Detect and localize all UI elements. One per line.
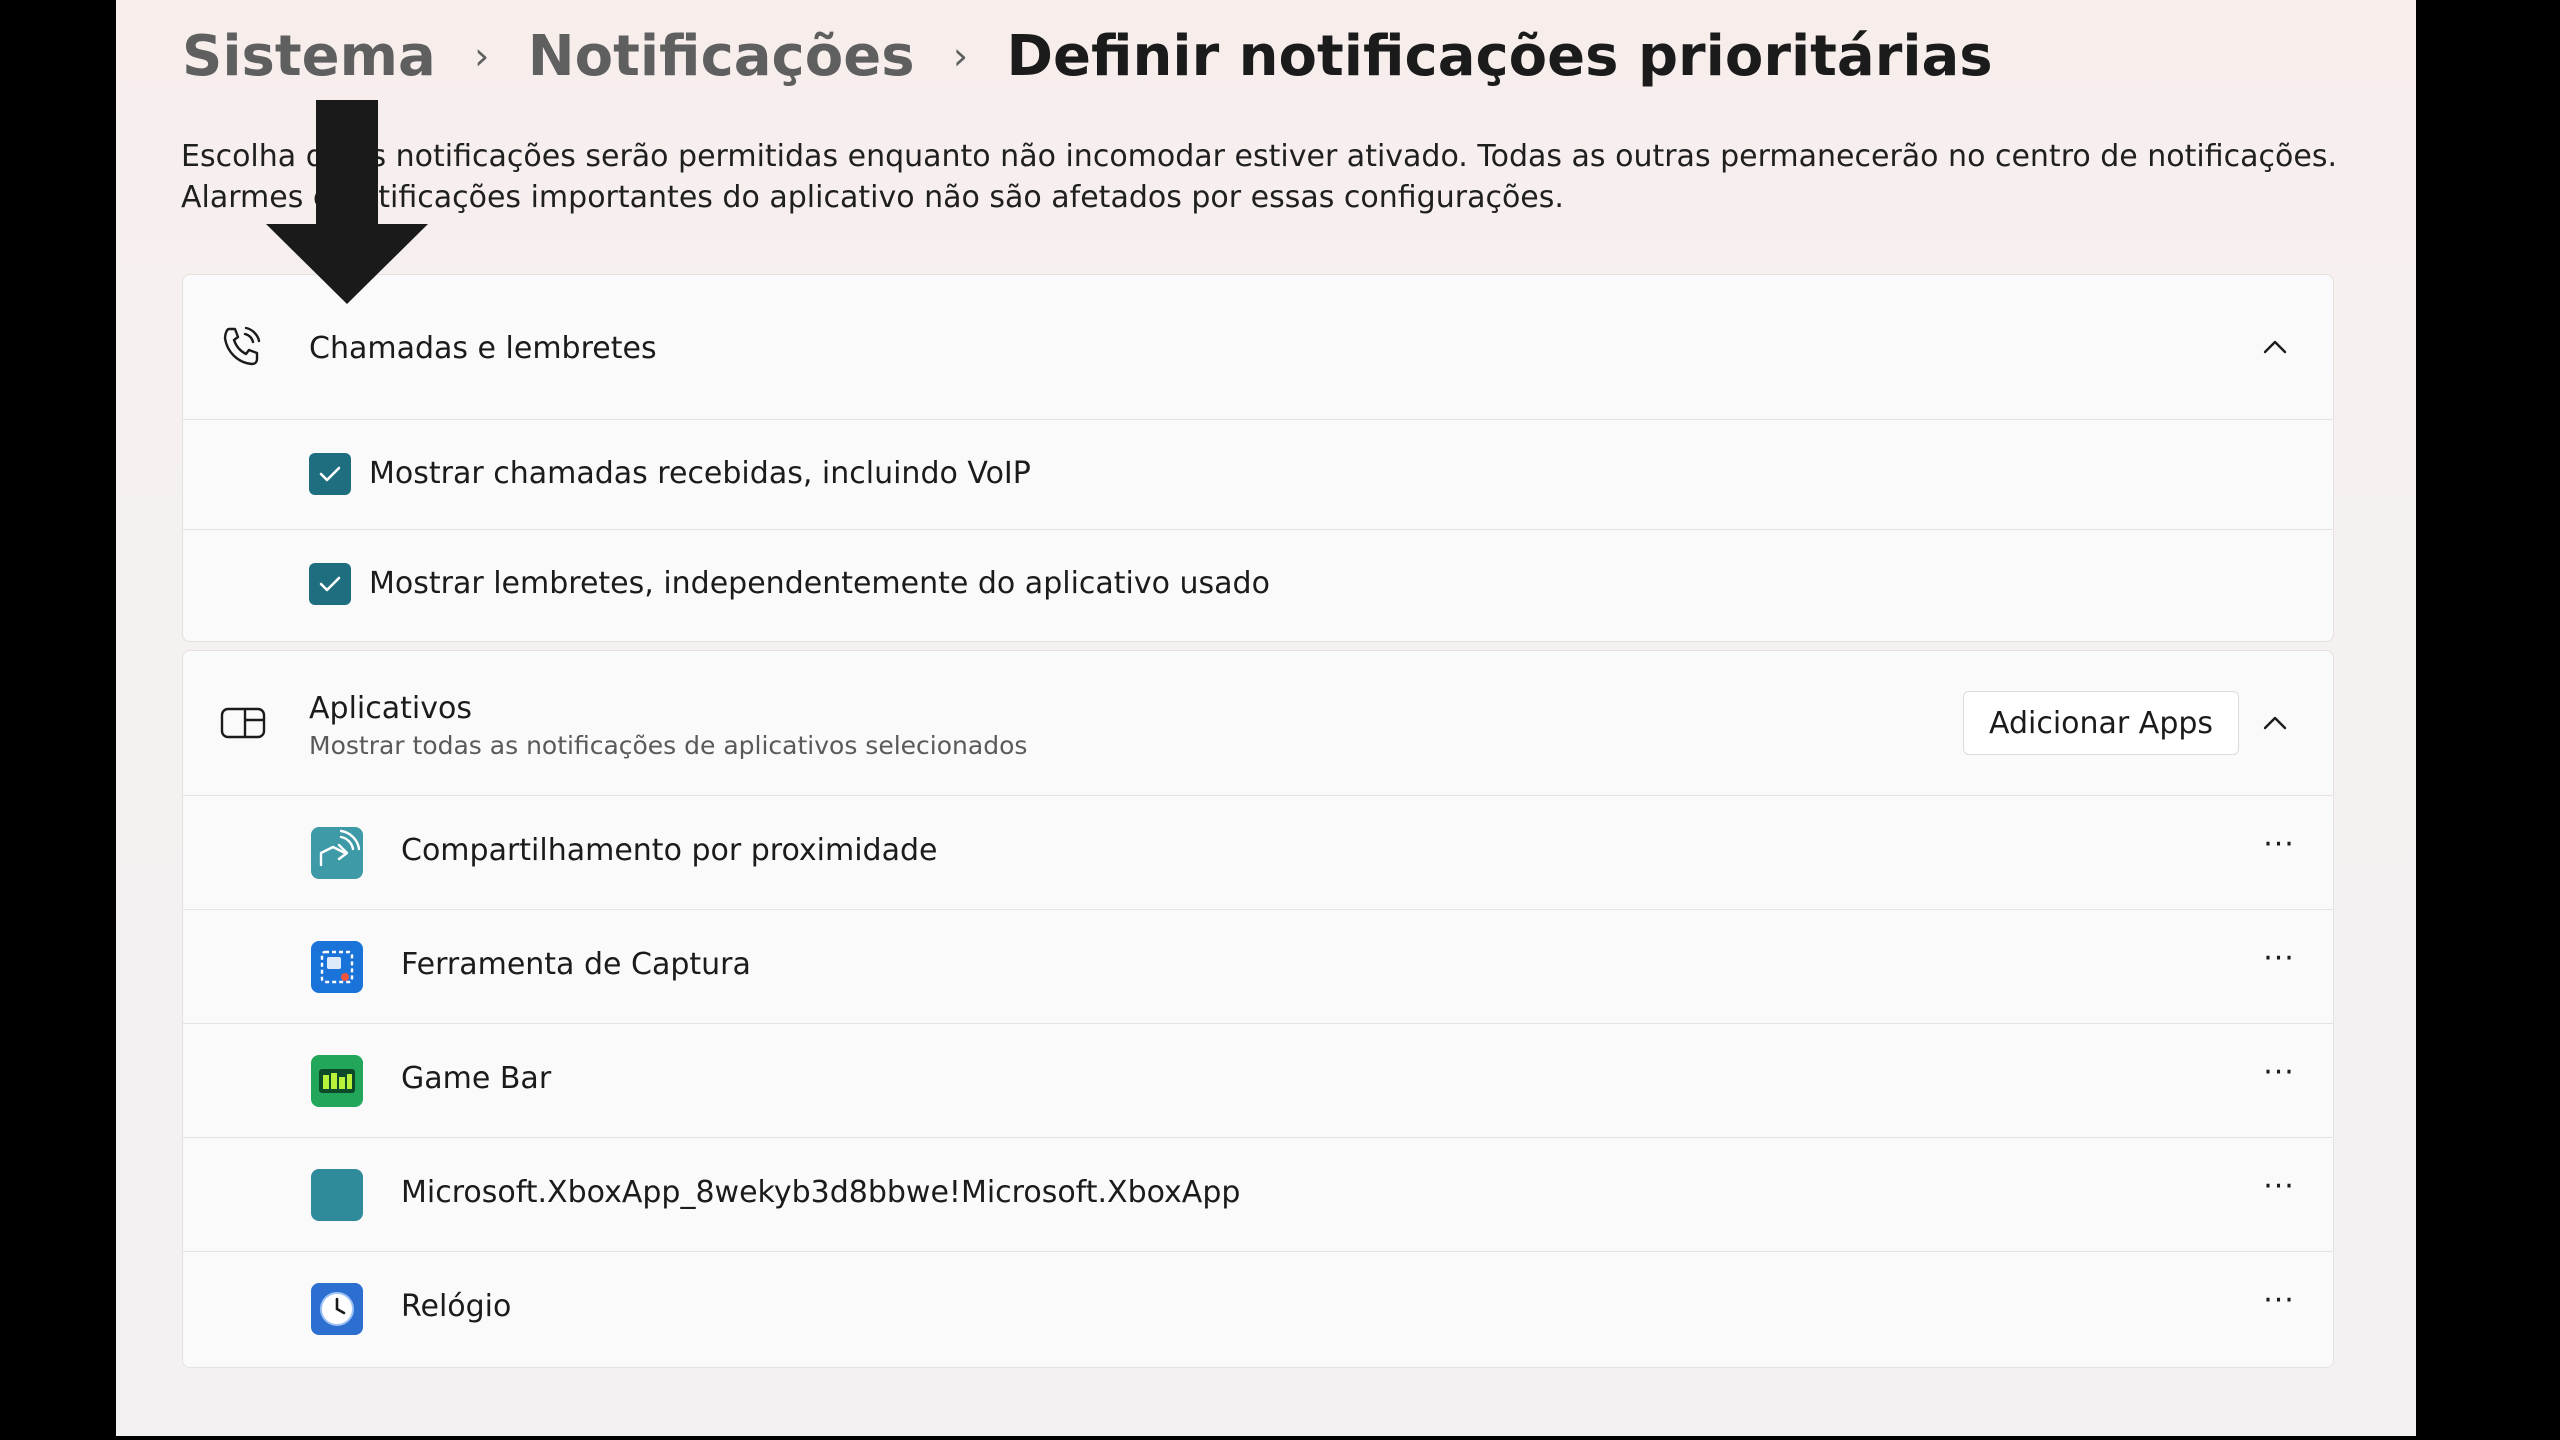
more-options-icon[interactable]: ··· [2257,944,2301,984]
app-window-icon [219,699,267,747]
snipping-tool-icon [311,941,363,993]
breadcrumb: Sistema › Notificações › Definir notific… [182,18,1993,94]
page-description: Escolha quais notificações serão permiti… [181,139,2338,215]
apps-subtitle: Mostrar todas as notificações de aplicat… [309,731,1028,760]
app-row-xbox-app[interactable]: Microsoft.XboxApp_8wekyb3d8bbwe!Microsof… [183,1137,2333,1252]
game-bar-icon [311,1055,363,1107]
add-apps-button[interactable]: Adicionar Apps [1963,691,2239,755]
arrow-down-icon [266,100,428,304]
checkbox-label-reminders: Mostrar lembretes, independentemente do … [369,566,1270,601]
calls-reminders-title: Chamadas e lembretes [309,331,657,366]
breadcrumb-chevron-icon: › [952,34,969,78]
checkbox-show-reminders[interactable] [309,563,351,605]
apps-header[interactable]: Aplicativos Mostrar todas as notificaçõe… [183,651,2333,795]
app-name: Ferramenta de Captura [401,947,751,982]
phone-ringing-icon [219,323,267,371]
more-options-icon[interactable]: ··· [2257,1058,2301,1098]
checkbox-label-calls: Mostrar chamadas recebidas, incluindo Vo… [369,456,1031,491]
chevron-up-icon[interactable] [2257,705,2293,741]
app-row-game-bar[interactable]: Game Bar ··· [183,1023,2333,1138]
breadcrumb-item-sistema[interactable]: Sistema [182,24,436,89]
checkmark-icon [319,466,341,482]
checkmark-icon [319,576,341,592]
option-row-reminders[interactable]: Mostrar lembretes, independentemente do … [183,529,2333,641]
app-name: Compartilhamento por proximidade [401,833,938,868]
calls-reminders-header[interactable]: Chamadas e lembretes [183,275,2333,419]
xbox-app-icon [311,1169,363,1221]
app-name: Microsoft.XboxApp_8wekyb3d8bbwe!Microsof… [401,1175,1241,1210]
checkbox-show-calls[interactable] [309,453,351,495]
page-title: Definir notificações prioritárias [1006,23,1993,89]
calls-reminders-card: Chamadas e lembretes Mostrar chamadas re… [182,274,2334,642]
more-options-icon[interactable]: ··· [2257,1172,2301,1212]
more-options-icon[interactable]: ··· [2257,830,2301,870]
apps-card: Aplicativos Mostrar todas as notificaçõe… [182,650,2334,1368]
option-row-calls[interactable]: Mostrar chamadas recebidas, incluindo Vo… [183,419,2333,530]
settings-page: Sistema › Notificações › Definir notific… [116,0,2416,1436]
app-row-nearby-share[interactable]: Compartilhamento por proximidade ··· [183,795,2333,910]
clock-icon [311,1283,363,1335]
app-row-clock[interactable]: Relógio ··· [183,1251,2333,1367]
app-row-snipping-tool[interactable]: Ferramenta de Captura ··· [183,909,2333,1024]
nearby-share-icon [311,827,363,879]
breadcrumb-item-notificacoes[interactable]: Notificações [528,24,915,89]
app-name: Relógio [401,1289,512,1324]
more-options-icon[interactable]: ··· [2257,1286,2301,1326]
breadcrumb-chevron-icon: › [474,34,490,78]
apps-title: Aplicativos [309,691,472,726]
app-name: Game Bar [401,1061,552,1096]
chevron-up-icon[interactable] [2257,329,2293,365]
